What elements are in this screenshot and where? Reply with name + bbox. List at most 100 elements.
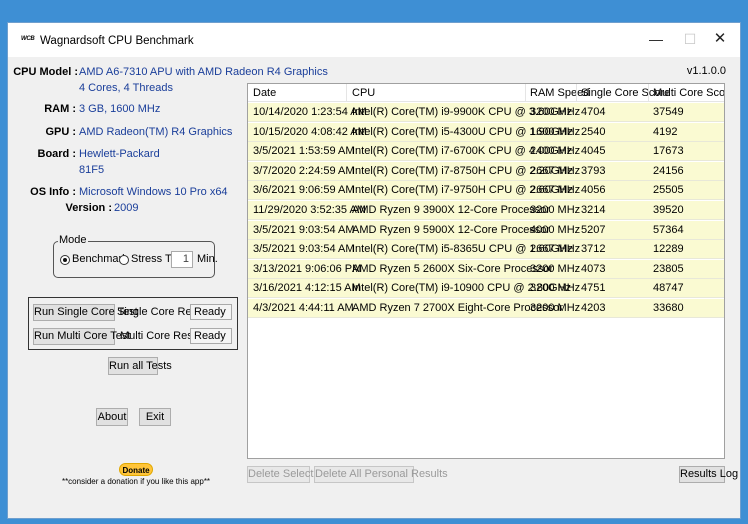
table-row[interactable]: 4/3/2021 4:44:11 AM AMD Ryzen 7 2700X Eig…	[248, 299, 724, 318]
main-content: CPU Model : AMD A6-7310 APU with AMD Rad…	[8, 57, 740, 520]
column-header-cpu[interactable]: CPU	[352, 87, 375, 99]
table-row[interactable]: 3/16/2021 4:12:15 AM Intel(R) Core(TM) i9…	[248, 279, 724, 299]
results-table[interactable]: Date CPU RAM Speed Single Core Score Mul…	[247, 83, 725, 459]
cell-multi-score: 48747	[653, 282, 684, 295]
minutes-label: Min.	[197, 253, 218, 265]
window-title: Wagnardsoft CPU Benchmark	[40, 35, 194, 47]
table-row[interactable]: 11/29/2020 3:52:35 AM AMD Ryzen 9 3900X 1…	[248, 201, 724, 220]
cell-ram-speed: 2667 MHz	[530, 184, 581, 197]
delete-all-results-button[interactable]: Delete All Personal Results	[314, 466, 448, 483]
table-header: Date CPU RAM Speed Single Core Score Mul…	[248, 84, 724, 102]
table-row[interactable]: 10/15/2020 4:08:42 AM Intel(R) Core(TM) i…	[248, 122, 724, 142]
cell-ram-speed: 2667 MHz	[530, 243, 581, 256]
cell-ram-speed: 3200 MHz	[530, 302, 581, 314]
column-divider	[576, 84, 577, 102]
cell-single-score: 4704	[581, 106, 606, 118]
cell-ram-speed: 2667 MHz	[530, 164, 581, 177]
board-model-value: 81F5	[79, 164, 105, 176]
version-label: v1.1.0.0	[686, 65, 726, 77]
cell-ram-speed: 3200 MHz	[530, 204, 581, 216]
cell-date: 3/5/2021 9:03:54 AM	[253, 243, 355, 256]
cell-multi-score: 24156	[653, 164, 684, 177]
stress-minutes-input[interactable]: 1	[171, 251, 193, 268]
cell-single-score: 3793	[581, 164, 606, 177]
run-all-tests-button[interactable]: Run all Tests	[108, 357, 172, 375]
column-header-multi-score[interactable]: Multi Core Score	[653, 87, 724, 99]
cell-date: 11/29/2020 3:52:35 AM	[253, 204, 366, 216]
cell-ram-speed: 3200 MHz	[530, 106, 581, 118]
cell-ram-speed: 2400 MHz	[530, 145, 581, 158]
single-result-field: Ready	[190, 304, 232, 320]
close-button[interactable]: ✕	[712, 31, 728, 47]
table-row[interactable]: 3/5/2021 1:53:59 AM Intel(R) Core(TM) i7-…	[248, 142, 724, 162]
cell-cpu: AMD Ryzen 9 5900X 12-Core Processor	[352, 223, 551, 236]
cell-ram-speed: 3200 MHz	[530, 282, 581, 295]
multi-result-field: Ready	[190, 328, 232, 344]
cell-ram-speed: 1600 MHz	[530, 125, 581, 138]
column-divider	[648, 84, 649, 102]
cell-multi-score: 12289	[653, 243, 684, 256]
os-version-value: 2009	[114, 202, 139, 214]
app-window: WCB Wagnardsoft CPU Benchmark — ☐ ✕ CPU …	[7, 22, 741, 519]
cell-single-score: 2540	[581, 125, 606, 138]
column-divider	[346, 84, 347, 102]
cell-date: 10/14/2020 1:23:54 AM	[253, 106, 367, 118]
donate-note: **consider a donation if you like this a…	[61, 477, 211, 486]
column-header-date[interactable]: Date	[253, 87, 276, 99]
cell-multi-score: 57364	[653, 223, 684, 236]
table-row[interactable]: 10/14/2020 1:23:54 AM Intel(R) Core(TM) i…	[248, 103, 724, 122]
cell-date: 3/16/2021 4:12:15 AM	[253, 282, 361, 295]
cell-multi-score: 39520	[653, 204, 684, 216]
cell-date: 3/6/2021 9:06:59 AM	[253, 184, 355, 197]
cell-multi-score: 23805	[653, 262, 684, 275]
cell-date: 10/15/2020 4:08:42 AM	[253, 125, 367, 138]
cell-multi-score: 4192	[653, 125, 678, 138]
mode-legend: Mode	[58, 234, 88, 246]
delete-selection-button[interactable]: Delete Selection	[247, 466, 328, 483]
cell-date: 4/3/2021 4:44:11 AM	[253, 302, 354, 314]
ram-value: 3 GB, 1600 MHz	[79, 103, 161, 115]
benchmark-radio[interactable]	[60, 255, 70, 265]
cell-ram-speed: 4000 MHz	[530, 223, 581, 236]
donate-button[interactable]: Donate	[119, 463, 153, 476]
cell-single-score: 5207	[581, 223, 606, 236]
maximize-button[interactable]: ☐	[682, 31, 698, 47]
cell-cpu: AMD Ryzen 5 2600X Six-Core Processor	[352, 262, 554, 275]
table-row[interactable]: 3/13/2021 9:06:06 PM AMD Ryzen 5 2600X Si…	[248, 259, 724, 279]
table-row[interactable]: 3/6/2021 9:06:59 AM Intel(R) Core(TM) i7-…	[248, 181, 724, 201]
column-divider	[525, 84, 526, 102]
minimize-button[interactable]: —	[648, 31, 664, 47]
test-group: Run Single Core Test Single Core Result …	[28, 297, 238, 350]
cell-multi-score: 33680	[653, 302, 684, 314]
mode-group: Mode Benchmark Stress Test 1 Min.	[53, 234, 218, 278]
cell-single-score: 4751	[581, 282, 606, 295]
run-single-core-button[interactable]: Run Single Core Test	[33, 304, 138, 321]
cell-single-score: 3214	[581, 204, 606, 216]
cell-date: 3/5/2021 9:03:54 AM	[253, 223, 355, 236]
table-row[interactable]: 3/5/2021 9:03:54 AM Intel(R) Core(TM) i5-…	[248, 240, 724, 260]
exit-button[interactable]: Exit	[139, 408, 171, 426]
results-log-button[interactable]: Results Log	[679, 466, 738, 483]
title-bar[interactable]: WCB Wagnardsoft CPU Benchmark — ☐ ✕	[8, 23, 740, 57]
ram-label: RAM :	[44, 103, 76, 115]
run-multi-core-button[interactable]: Run Multi Core Test	[33, 328, 130, 345]
cell-single-score: 4056	[581, 184, 606, 197]
gpu-label: GPU :	[45, 126, 76, 138]
cell-multi-score: 17673	[653, 145, 684, 158]
cell-date: 3/5/2021 1:53:59 AM	[253, 145, 355, 158]
stress-test-radio[interactable]	[119, 255, 129, 265]
os-version-label: Version :	[65, 202, 112, 214]
app-logo-icon: WCB	[21, 36, 35, 42]
os-label: OS Info :	[30, 186, 76, 198]
cell-date: 3/13/2021 9:06:06 PM	[253, 262, 362, 275]
cpu-model-label: CPU Model :	[13, 66, 78, 78]
board-value: Hewlett-Packard	[79, 148, 160, 160]
table-row[interactable]: 3/7/2020 2:24:59 AM Intel(R) Core(TM) i7-…	[248, 161, 724, 181]
table-row[interactable]: 3/5/2021 9:03:54 AM AMD Ryzen 9 5900X 12-…	[248, 220, 724, 240]
cell-cpu: AMD Ryzen 9 3900X 12-Core Processor	[352, 204, 551, 216]
cell-ram-speed: 3200 MHz	[530, 262, 581, 275]
about-button[interactable]: About	[96, 408, 128, 426]
cell-single-score: 4203	[581, 302, 606, 314]
cpu-cores-value: 4 Cores, 4 Threads	[79, 82, 173, 94]
cell-single-score: 4073	[581, 262, 606, 275]
